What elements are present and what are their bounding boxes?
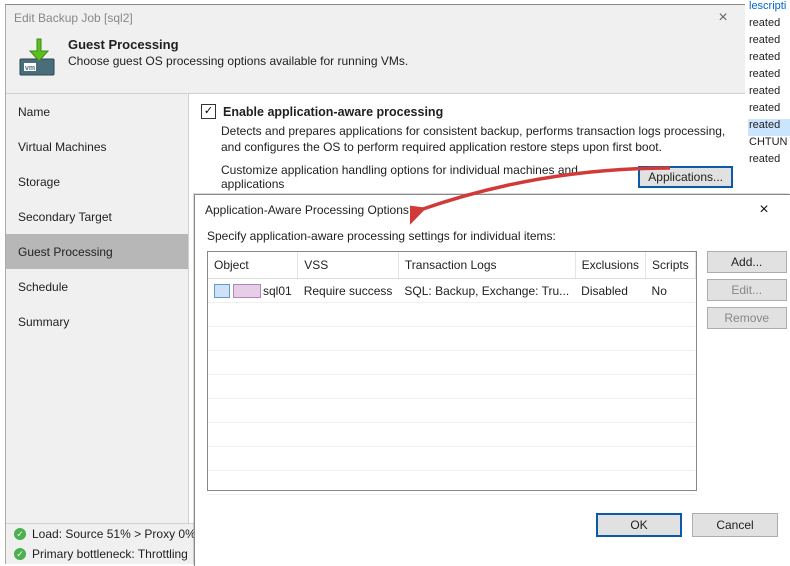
table-row: [208, 471, 695, 495]
dialog-title: Edit Backup Job [sql2]: [14, 11, 133, 25]
check-icon: ✓: [14, 548, 26, 560]
enable-aap-checkbox[interactable]: ✓: [201, 104, 216, 119]
close-icon[interactable]: ×: [746, 201, 782, 219]
table-row: [208, 399, 695, 423]
cell-vss: Require success: [298, 279, 399, 303]
subdialog-title: Application-Aware Processing Options: [205, 203, 409, 217]
nav-item-schedule[interactable]: Schedule: [6, 269, 188, 304]
table-row: [208, 303, 695, 327]
table-row: [208, 327, 695, 351]
table-row: [208, 423, 695, 447]
background-list-fragment: lescripti reated reated reated reated re…: [748, 0, 790, 170]
page-title: Guest Processing: [68, 37, 408, 52]
edit-button[interactable]: Edit...: [707, 279, 787, 301]
col-exclusions[interactable]: Exclusions: [575, 252, 645, 279]
remove-button[interactable]: Remove: [707, 307, 787, 329]
nav-item-virtual-machines[interactable]: Virtual Machines: [6, 129, 188, 164]
enable-aap-description: Detects and prepares applications for co…: [221, 123, 733, 155]
page-subtitle: Choose guest OS processing options avail…: [68, 54, 408, 68]
object-name: sql01: [263, 284, 292, 298]
description-link[interactable]: lescripti: [749, 0, 786, 12]
dialog-header: vm Guest Processing Choose guest OS proc…: [6, 31, 745, 93]
list-item: reated: [748, 153, 790, 170]
customize-text: Customize application handling options f…: [221, 163, 638, 191]
nav-item-name[interactable]: Name: [6, 94, 188, 129]
nav-item-storage[interactable]: Storage: [6, 164, 188, 199]
subdialog-titlebar: Application-Aware Processing Options ×: [195, 195, 790, 225]
redacted-prefix: [233, 284, 261, 298]
cell-scripts: No: [646, 279, 696, 303]
list-item: reated: [748, 68, 790, 85]
close-icon[interactable]: ×: [705, 9, 741, 27]
nav-item-secondary-target[interactable]: Secondary Target: [6, 199, 188, 234]
cell-tlogs: SQL: Backup, Exchange: Tru...: [398, 279, 575, 303]
col-tlogs[interactable]: Transaction Logs: [398, 252, 575, 279]
add-button[interactable]: Add...: [707, 251, 787, 273]
check-icon: ✓: [14, 528, 26, 540]
items-grid[interactable]: Object VSS Transaction Logs Exclusions S…: [207, 251, 697, 491]
col-scripts[interactable]: Scripts: [646, 252, 696, 279]
dialog-titlebar: Edit Backup Job [sql2] ×: [6, 5, 745, 31]
table-row: [208, 351, 695, 375]
enable-aap-label: Enable application-aware processing: [223, 105, 443, 119]
nav-item-summary[interactable]: Summary: [6, 304, 188, 339]
col-object[interactable]: Object: [208, 252, 298, 279]
list-item: reated: [748, 102, 790, 119]
list-item: reated: [748, 34, 790, 51]
list-item: reated: [748, 51, 790, 68]
table-row: [208, 375, 695, 399]
status-load: Load: Source 51% > Proxy 0% >: [32, 527, 206, 541]
col-vss[interactable]: VSS: [298, 252, 399, 279]
guest-processing-icon: vm: [16, 37, 58, 79]
list-item: reated: [748, 85, 790, 102]
grid-header-row: Object VSS Transaction Logs Exclusions S…: [208, 252, 695, 279]
wizard-nav: Name Virtual Machines Storage Secondary …: [6, 94, 189, 525]
applications-button[interactable]: Applications...: [638, 166, 733, 188]
ok-button[interactable]: OK: [596, 513, 682, 537]
cell-exclusions: Disabled: [575, 279, 645, 303]
table-row: [208, 447, 695, 471]
cancel-button[interactable]: Cancel: [692, 513, 778, 537]
status-bottleneck: Primary bottleneck: Throttling: [32, 547, 188, 561]
vm-icon: [214, 284, 230, 298]
list-item: reated: [748, 119, 790, 136]
nav-item-guest-processing[interactable]: Guest Processing: [6, 234, 188, 269]
aap-options-dialog: Application-Aware Processing Options × S…: [194, 194, 790, 566]
list-item: CHTUN: [748, 136, 790, 153]
svg-text:vm: vm: [25, 65, 35, 72]
subdialog-description: Specify application-aware processing set…: [207, 229, 778, 243]
list-item: reated: [748, 17, 790, 34]
table-row[interactable]: sql01 Require success SQL: Backup, Excha…: [208, 279, 695, 303]
